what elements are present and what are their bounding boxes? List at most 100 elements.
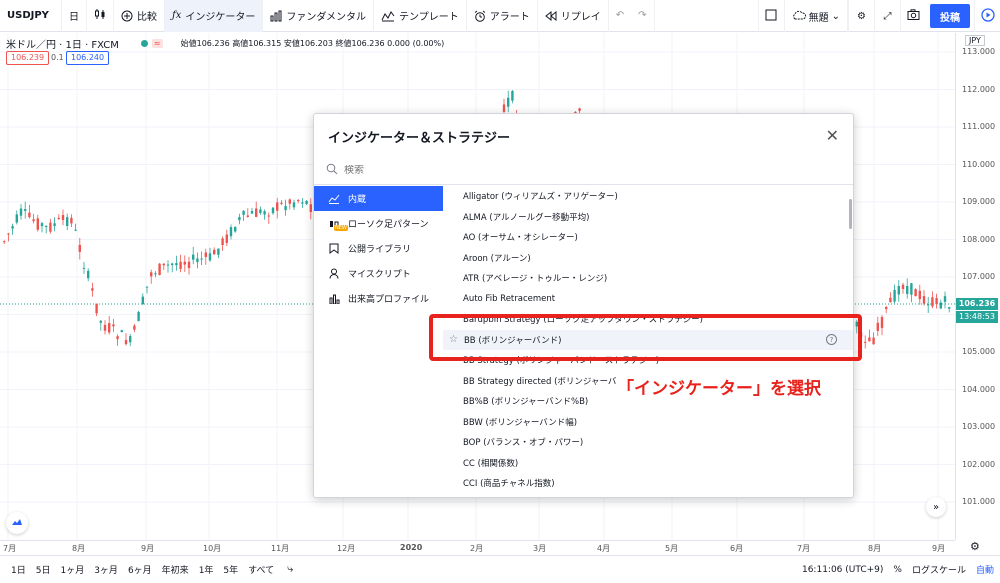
time-tick: 3月 bbox=[533, 544, 547, 553]
range-button[interactable]: 5年 bbox=[218, 563, 243, 576]
candle-body bbox=[288, 199, 291, 204]
interval-button[interactable]: 日 bbox=[62, 0, 87, 32]
square-icon bbox=[765, 9, 777, 24]
chart-type-button[interactable] bbox=[87, 0, 114, 32]
candle-body bbox=[162, 263, 165, 266]
indicator-item[interactable]: BBW (ボリンジャーバンド幅) bbox=[443, 412, 853, 433]
sidebar-item[interactable]: ローソク足パターン NEW bbox=[314, 211, 443, 236]
candle-body bbox=[40, 223, 44, 227]
scroll-to-realtime-button[interactable]: » bbox=[926, 497, 946, 517]
price-tick: 101.000 bbox=[962, 497, 996, 506]
candle-body bbox=[57, 217, 60, 220]
buy-price-button[interactable]: 106.240 bbox=[66, 51, 110, 65]
candle-body bbox=[280, 202, 283, 204]
candle-body bbox=[11, 226, 14, 229]
indicator-item[interactable]: Aroon (アルーン) bbox=[443, 248, 853, 269]
fullscreen-layout-button[interactable] bbox=[757, 0, 784, 32]
time-tick: 7月 bbox=[3, 544, 17, 553]
candle-body bbox=[238, 216, 241, 221]
candle-body bbox=[217, 248, 220, 255]
sidebar-item[interactable]: マイスクリプト bbox=[314, 261, 443, 286]
compare-button[interactable]: 比較 bbox=[114, 0, 165, 32]
range-button[interactable]: 5日 bbox=[31, 563, 56, 576]
log-scale-button[interactable]: ログスケール bbox=[912, 563, 966, 576]
post-button[interactable]: 投稿 bbox=[930, 4, 970, 28]
candle-body bbox=[935, 298, 938, 305]
goto-date-icon[interactable]: ⤷ bbox=[287, 562, 293, 576]
time-tick: 8月 bbox=[868, 544, 882, 553]
sidebar-item[interactable]: 公開ライブラリ bbox=[314, 236, 443, 261]
volume-profile-icon bbox=[328, 294, 340, 304]
candle-body bbox=[3, 241, 6, 243]
alert-button[interactable]: アラート bbox=[467, 0, 538, 32]
sidebar-item[interactable]: 内蔵 bbox=[314, 186, 443, 211]
clock-display[interactable]: 16:11:06 (UTC+9) bbox=[802, 565, 883, 575]
symbol-search[interactable]: USDJPY bbox=[0, 0, 62, 32]
candle-body bbox=[234, 226, 237, 232]
play-button[interactable] bbox=[974, 0, 1000, 32]
candle-body bbox=[943, 296, 947, 302]
range-button[interactable]: 1日 bbox=[6, 563, 31, 576]
sidebar-item-label: 出来高プロファイル bbox=[348, 295, 430, 305]
price-tick: 113.000 bbox=[962, 47, 996, 56]
fullscreen-button[interactable]: ⤢ bbox=[874, 0, 900, 32]
redo-button[interactable]: ↷ bbox=[631, 0, 655, 32]
indicator-item[interactable]: CC (相関係数) bbox=[443, 453, 853, 474]
range-button[interactable]: 1年 bbox=[194, 563, 219, 576]
percent-scale-button[interactable]: % bbox=[893, 565, 902, 575]
time-tick: 2020 bbox=[400, 543, 423, 552]
templates-button[interactable]: テンプレート bbox=[374, 0, 467, 32]
price-tick: 109.000 bbox=[962, 197, 996, 206]
indicator-item[interactable]: CCI (商品チャネル指数) bbox=[443, 473, 853, 494]
candle-body bbox=[276, 202, 279, 211]
fundamentals-button[interactable]: ファンダメンタル bbox=[263, 0, 375, 32]
range-button[interactable]: 1ヶ月 bbox=[55, 563, 89, 576]
candle-body bbox=[897, 285, 900, 295]
candle-body bbox=[213, 249, 216, 255]
list-scrollbar[interactable] bbox=[849, 199, 852, 229]
indicator-name: BOP (バランス・オブ・パワー) bbox=[463, 438, 584, 449]
indicator-item[interactable]: ATR (アベレージ・トゥルー・レンジ) bbox=[443, 268, 853, 289]
indicator-item[interactable]: Alligator (ウィリアムズ・アリゲーター) bbox=[443, 186, 853, 207]
undo-button[interactable]: ↶ bbox=[609, 0, 631, 32]
indicator-item[interactable]: ALMA (アルノールグー移動平均) bbox=[443, 207, 853, 228]
settings-button[interactable]: ⚙ bbox=[848, 0, 874, 32]
price-tick: 105.000 bbox=[962, 347, 996, 356]
price-axis[interactable]: 113.000 112.000 111.000 110.000 109.000 108.0… bbox=[955, 33, 1000, 540]
layout-name: 無題 bbox=[808, 12, 829, 24]
candle-body bbox=[108, 323, 111, 333]
candle-body bbox=[893, 289, 896, 302]
sell-price-button[interactable]: 106.239 bbox=[6, 51, 50, 65]
plus-circle-icon bbox=[121, 10, 133, 22]
close-button[interactable]: ✕ bbox=[826, 126, 839, 145]
indicator-item[interactable]: AO (オーサム・オシレーター) bbox=[443, 227, 853, 248]
highlight-box bbox=[429, 314, 862, 361]
range-button[interactable]: すべて bbox=[243, 563, 279, 576]
candle-body bbox=[141, 296, 144, 305]
axis-settings-gear-icon[interactable]: ⚙ bbox=[970, 540, 980, 553]
time-axis[interactable]: 7月 8月 9月 10月 11月 12月 2020 2月 3月 4月 5月 6月 7月 8月 9月 bbox=[0, 540, 955, 554]
candle-body bbox=[918, 290, 921, 300]
tradingview-logo-button[interactable] bbox=[6, 512, 28, 534]
range-button[interactable]: 3ヶ月 bbox=[89, 563, 123, 576]
snapshot-button[interactable] bbox=[900, 0, 926, 32]
search-input[interactable] bbox=[344, 165, 644, 176]
play-circle-icon bbox=[980, 7, 995, 25]
redo-icon: ↷ bbox=[638, 10, 647, 21]
candle-body bbox=[250, 211, 254, 214]
top-toolbar: USDJPY 日 比較 ƒx インジケーター ファンダメンタル テンプレート ア… bbox=[0, 0, 1000, 32]
sidebar-item-label: マイスクリプト bbox=[348, 270, 411, 280]
range-button[interactable]: 6ヶ月 bbox=[123, 563, 157, 576]
sidebar-item[interactable]: 出来高プロファイル bbox=[314, 286, 443, 311]
indicator-item[interactable]: BOP (バランス・オブ・パワー) bbox=[443, 432, 853, 453]
replay-button[interactable]: リプレイ bbox=[538, 0, 609, 32]
category-sidebar: 内蔵 ローソク足パターン NEW 公開ライブラリマイスクリプト出来高プロファイル bbox=[314, 186, 443, 497]
indicator-item[interactable]: Auto Fib Retracement bbox=[443, 289, 853, 310]
indicators-button[interactable]: ƒx インジケーター bbox=[165, 0, 264, 32]
range-button[interactable]: 年初来 bbox=[157, 563, 194, 576]
layout-name-button[interactable]: 無題 ⌄ bbox=[783, 0, 848, 32]
candle-body bbox=[49, 222, 52, 232]
auto-scale-button[interactable]: 自動 bbox=[976, 563, 994, 576]
candle-body bbox=[292, 202, 296, 208]
candle-body bbox=[502, 104, 506, 112]
